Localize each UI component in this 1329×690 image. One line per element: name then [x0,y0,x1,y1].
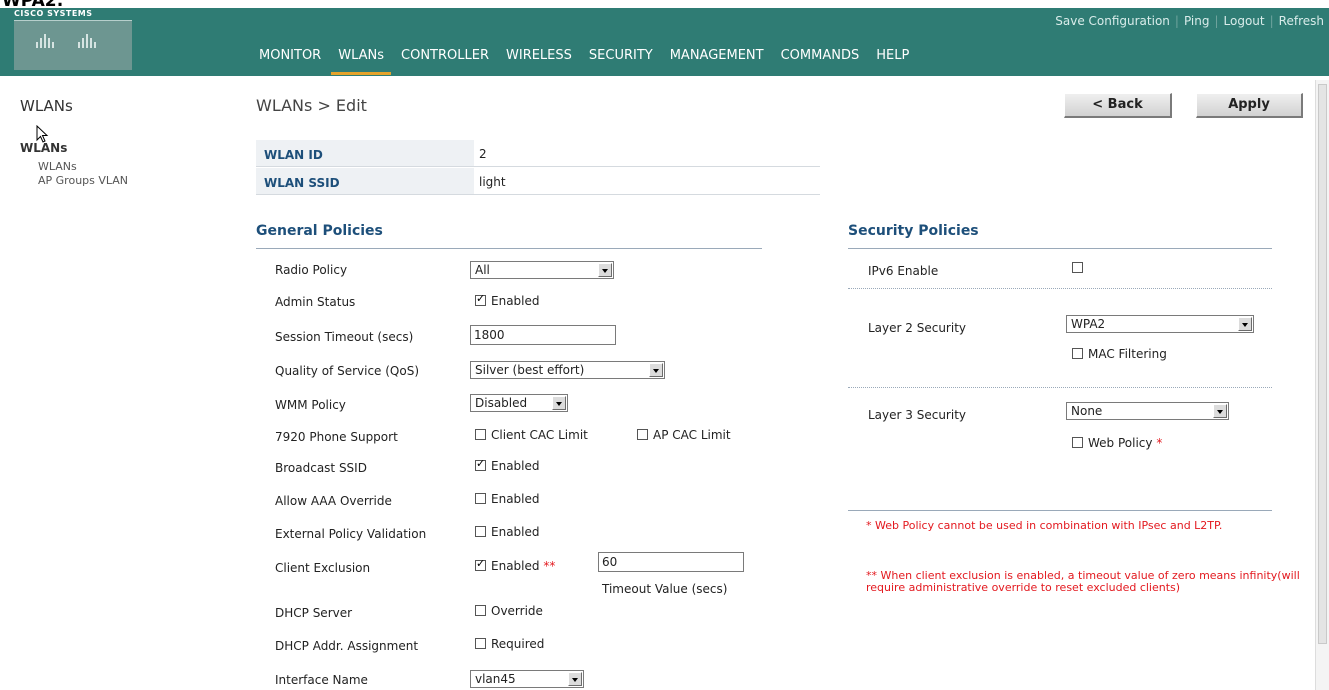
brand-text: CISCO SYSTEMS [14,9,93,18]
wmm-policy-label: WMM Policy [275,398,346,412]
qos-select[interactable]: Silver (best effort) [470,361,665,379]
general-policies-divider [256,248,762,249]
nav-controller[interactable]: CONTROLLER [394,48,496,72]
save-configuration-link[interactable]: Save Configuration [1050,14,1175,28]
page-heading-fragment: WPA2: [0,0,1329,8]
layer3-security-label: Layer 3 Security [868,408,966,422]
aaa-override-checkbox[interactable]: Enabled [475,492,540,506]
wlan-id-label: WLAN ID [256,140,474,167]
layer2-divider [848,387,1272,388]
general-policies-title: General Policies [256,223,383,239]
dropdown-arrow-icon [649,363,663,377]
client-exclusion-note: ** When client exclusion is enabled, a t… [866,569,1300,594]
cisco-bridge-icon [14,20,132,70]
client-cac-limit-checkbox[interactable]: Client CAC Limit [475,428,588,442]
nav-help[interactable]: HELP [869,48,916,72]
security-policies-title: Security Policies [848,223,979,239]
broadcast-ssid-label: Broadcast SSID [275,461,367,475]
ap-cac-limit-checkbox[interactable]: AP CAC Limit [637,428,731,442]
timeout-value-label: Timeout Value (secs) [602,582,728,596]
session-timeout-input[interactable]: 1800 [470,325,616,345]
sidebar-item-wlans[interactable]: WLANs [38,160,77,173]
exclusion-timeout-input[interactable]: 60 [598,552,744,572]
dhcp-addr-required-checkbox[interactable]: Required [475,637,544,651]
external-policy-checkbox[interactable]: Enabled [475,525,540,539]
radio-policy-select[interactable]: All [470,261,614,279]
wlan-id-row: WLAN ID 2 [256,140,820,167]
nav-monitor[interactable]: MONITOR [252,48,328,72]
qos-label: Quality of Service (QoS) [275,364,420,378]
broadcast-ssid-checkbox[interactable]: Enabled [475,457,540,473]
ipv6-enable-checkbox[interactable] [1072,261,1088,275]
web-policy-checkbox[interactable]: Web Policy * [1072,436,1162,450]
vertical-scrollbar[interactable] [1315,80,1329,690]
admin-status-checkbox[interactable]: Enabled [475,292,540,308]
logout-link[interactable]: Logout [1219,14,1270,28]
nav-wireless[interactable]: WIRELESS [499,48,579,72]
external-policy-label: External Policy Validation [275,527,427,541]
web-policy-note: * Web Policy cannot be used in combinati… [866,519,1223,532]
wlan-ssid-row: WLAN SSID light [256,168,820,195]
wlan-ssid-value: light [474,168,820,195]
dropdown-arrow-icon [1213,404,1227,418]
main-nav: MONITOR WLANs CONTROLLER WIRELESS SECURITY MA… [252,48,919,75]
phone-support-label: 7920 Phone Support [275,430,398,444]
client-exclusion-checkbox[interactable]: Enabled ** [475,557,555,573]
mac-filtering-checkbox[interactable]: MAC Filtering [1072,347,1167,361]
radio-policy-label: Radio Policy [275,263,348,277]
ipv6-enable-label: IPv6 Enable [868,264,939,278]
layer3-security-select[interactable]: None [1066,402,1229,420]
dropdown-arrow-icon [1238,317,1252,331]
dhcp-server-label: DHCP Server [275,606,353,620]
back-button[interactable]: < Back [1064,93,1172,118]
nav-wlans[interactable]: WLANs [331,48,392,75]
header: CISCO SYSTEMS Save Configuration | Ping | Lo… [0,8,1329,76]
sidebar-item-ap-groups-vlan[interactable]: AP Groups VLAN [38,174,128,187]
top-links: Save Configuration | Ping | Logout | Refresh [1050,14,1329,30]
admin-status-label: Admin Status [275,295,356,309]
notes-divider [848,510,1272,511]
wmm-policy-select[interactable]: Disabled [470,394,568,412]
scrollbar-thumb[interactable] [1318,84,1327,644]
client-exclusion-label: Client Exclusion [275,561,371,575]
session-timeout-label: Session Timeout (secs) [275,330,414,344]
dropdown-arrow-icon [552,396,566,410]
nav-commands[interactable]: COMMANDS [774,48,867,72]
layer2-security-select[interactable]: WPA2 [1066,315,1254,333]
aaa-override-label: Allow AAA Override [275,494,392,508]
dropdown-arrow-icon [598,263,612,277]
dhcp-server-override-checkbox[interactable]: Override [475,604,543,618]
sidebar-title: WLANs [20,97,73,115]
security-policies-divider [848,248,1272,249]
nav-management[interactable]: MANAGEMENT [663,48,771,72]
dropdown-arrow-icon [568,672,582,686]
interface-name-select[interactable]: vlan45 [470,670,584,688]
ping-link[interactable]: Ping [1179,14,1215,28]
layer2-security-label: Layer 2 Security [868,321,966,335]
sidebar-section-wlans[interactable]: WLANs [20,141,67,155]
refresh-link[interactable]: Refresh [1274,14,1329,28]
wlan-id-value: 2 [474,140,820,167]
cisco-logo: CISCO SYSTEMS [14,8,134,70]
interface-name-label: Interface Name [275,673,368,687]
nav-security[interactable]: SECURITY [582,48,660,72]
dhcp-addr-label: DHCP Addr. Assignment [275,639,419,653]
wlan-ssid-label: WLAN SSID [256,168,474,195]
apply-button[interactable]: Apply [1196,93,1303,118]
ipv6-divider [848,288,1272,289]
page-title: WLANs > Edit [256,96,367,115]
